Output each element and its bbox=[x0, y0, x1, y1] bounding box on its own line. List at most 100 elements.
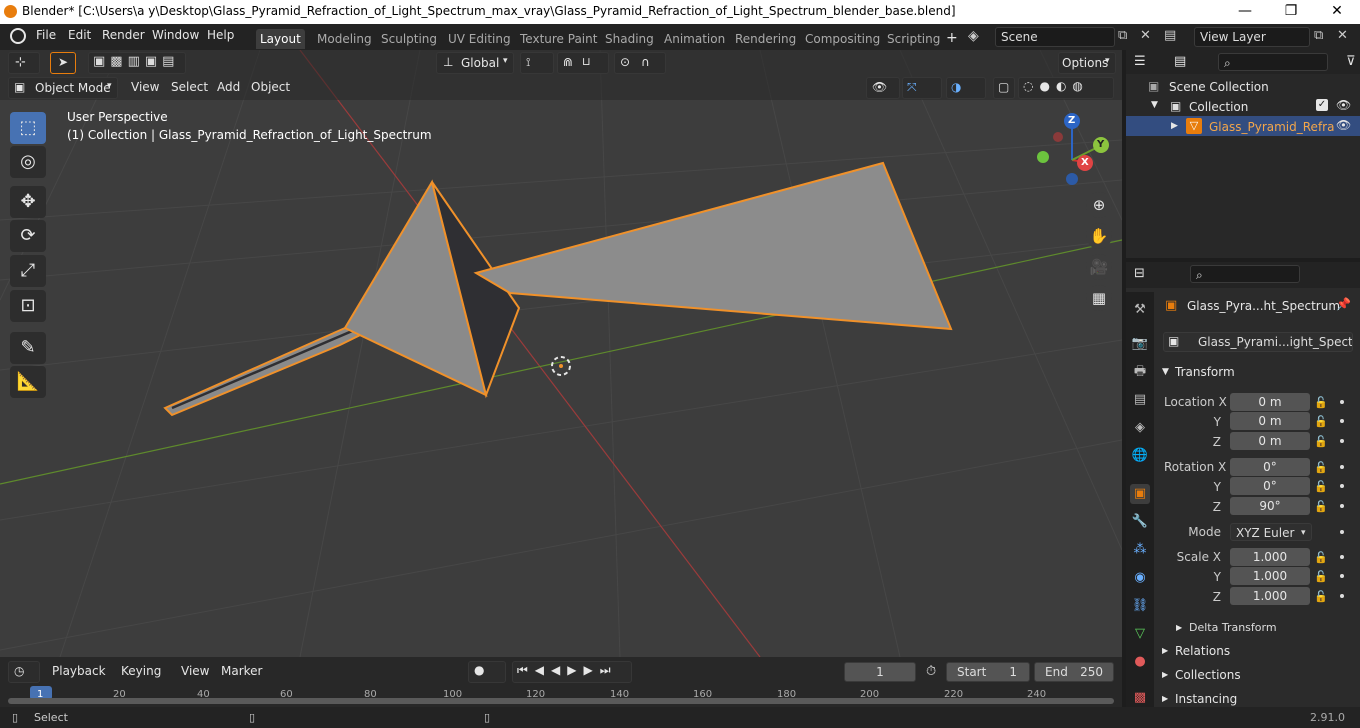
outliner-editor-icon[interactable]: ☰ bbox=[1134, 54, 1146, 69]
view-layer-selector[interactable]: View Layer bbox=[1194, 27, 1310, 47]
move-tool[interactable]: ✥ bbox=[10, 186, 46, 218]
scene-selector[interactable]: Scene bbox=[995, 27, 1115, 47]
timeline-menu-view[interactable]: View bbox=[181, 664, 209, 678]
start-frame-field[interactable]: Start 1 bbox=[946, 662, 1030, 682]
texture-tab-icon[interactable]: ▩ bbox=[1130, 688, 1150, 708]
select-mode-button[interactable]: ➤ bbox=[50, 52, 76, 74]
transform-orientation-dropdown[interactable]: ⊥ Global ▾ bbox=[436, 52, 514, 74]
tab-scripting[interactable]: Scripting bbox=[883, 29, 944, 49]
keyframe-dot-icon[interactable] bbox=[1340, 465, 1344, 469]
selection-mode-group[interactable]: ▣▩▥▣▤ bbox=[88, 52, 186, 74]
blender-menu-icon[interactable] bbox=[10, 28, 26, 44]
location-y-field[interactable]: 0 m bbox=[1230, 412, 1310, 430]
transform-tool[interactable]: ⊡ bbox=[10, 290, 46, 322]
object-tab-icon[interactable]: ▣ bbox=[1130, 484, 1150, 504]
auto-keying-toggle[interactable]: ● bbox=[468, 661, 506, 683]
lock-icon[interactable]: 🔓 bbox=[1314, 396, 1328, 409]
keyframe-dot-icon[interactable] bbox=[1340, 574, 1344, 578]
rotation-x-field[interactable]: 0° bbox=[1230, 458, 1310, 476]
rotation-z-field[interactable]: 90° bbox=[1230, 497, 1310, 515]
ortho-grid-icon[interactable]: ▦ bbox=[1086, 285, 1112, 311]
tab-uv-editing[interactable]: UV Editing bbox=[444, 29, 515, 49]
playback-controls[interactable]: ⏮◀◀▶▶⏭ bbox=[512, 661, 632, 683]
timeline-menu-keying[interactable]: Keying bbox=[121, 664, 161, 678]
lock-icon[interactable]: 🔓 bbox=[1314, 435, 1328, 448]
new-view-layer-icon[interactable]: ⧉ bbox=[1314, 28, 1323, 43]
spectrum-fan-mesh[interactable] bbox=[473, 161, 953, 331]
menu-render[interactable]: Render bbox=[102, 28, 145, 42]
constraints-tab-icon[interactable]: ⛓ bbox=[1130, 596, 1150, 616]
display-mode-icon[interactable]: ▤ bbox=[1174, 54, 1186, 69]
keyframe-dot-icon[interactable] bbox=[1340, 530, 1344, 534]
outliner-collection[interactable]: Collection bbox=[1189, 100, 1248, 114]
location-x-field[interactable]: 0 m bbox=[1230, 393, 1310, 411]
maximize-button[interactable]: ❐ bbox=[1268, 0, 1314, 24]
tab-texture-paint[interactable]: Texture Paint bbox=[516, 29, 601, 49]
viewport-menu-select[interactable]: Select bbox=[171, 80, 208, 94]
keyframe-dot-icon[interactable] bbox=[1340, 400, 1344, 404]
expand-chevron-icon[interactable]: ▶ bbox=[1162, 646, 1168, 655]
scene-tab-icon[interactable]: ◈ bbox=[1130, 418, 1150, 438]
viewport-menu-view[interactable]: View bbox=[131, 80, 159, 94]
collections-panel[interactable]: Collections bbox=[1175, 668, 1241, 682]
pivot-point-dropdown[interactable]: ⟟ bbox=[520, 52, 554, 74]
tab-modeling[interactable]: Modeling bbox=[313, 29, 376, 49]
object-data-field[interactable]: Glass_Pyrami...ight_Spectrum bbox=[1163, 332, 1353, 352]
object-name-field[interactable]: Glass_Pyra...ht_Spectrum bbox=[1187, 299, 1340, 313]
camera-icon[interactable]: 🎥 bbox=[1086, 254, 1112, 280]
timeline-menu-marker[interactable]: Marker bbox=[221, 664, 262, 678]
relations-panel[interactable]: Relations bbox=[1175, 644, 1230, 658]
keyframe-dot-icon[interactable] bbox=[1340, 439, 1344, 443]
lock-icon[interactable]: 🔓 bbox=[1314, 570, 1328, 583]
expand-chevron-icon[interactable]: ▶ bbox=[1162, 670, 1168, 679]
minimize-button[interactable]: — bbox=[1222, 0, 1268, 24]
render-tab-icon[interactable]: 📷 bbox=[1130, 334, 1150, 354]
new-scene-icon[interactable]: ⧉ bbox=[1118, 28, 1127, 43]
lock-icon[interactable]: 🔓 bbox=[1314, 590, 1328, 603]
instancing-panel[interactable]: Instancing bbox=[1175, 692, 1237, 706]
viewport-menu-object[interactable]: Object bbox=[251, 80, 290, 94]
select-box-tool[interactable]: ⬚ bbox=[10, 112, 46, 144]
timeline-menu-playback[interactable]: Playback bbox=[52, 664, 106, 678]
expand-chevron-icon[interactable]: ▶ bbox=[1171, 121, 1178, 131]
scale-tool[interactable]: ⤢ bbox=[10, 255, 46, 287]
filter-icon[interactable]: ⊽ bbox=[1346, 54, 1356, 69]
lock-icon[interactable]: 🔓 bbox=[1314, 551, 1328, 564]
object-mode-dropdown[interactable]: ▣ Object Mode ▾ bbox=[8, 77, 118, 99]
properties-editor-icon[interactable]: ⊟ bbox=[1134, 266, 1145, 281]
viewport-menu-add[interactable]: Add bbox=[217, 80, 240, 94]
collapse-chevron-icon[interactable]: ▼ bbox=[1151, 100, 1158, 110]
zoom-icon[interactable]: ⊕ bbox=[1086, 192, 1112, 218]
lock-icon[interactable]: 🔓 bbox=[1314, 461, 1328, 474]
pin-icon[interactable]: 📌 bbox=[1336, 297, 1351, 311]
tab-rendering[interactable]: Rendering bbox=[731, 29, 800, 49]
menu-help[interactable]: Help bbox=[207, 28, 234, 42]
menu-file[interactable]: File bbox=[36, 28, 56, 42]
proportional-editing-toggle[interactable]: ⊙ ∩ bbox=[614, 52, 666, 74]
collection-checkbox[interactable]: ✓ bbox=[1316, 99, 1328, 111]
transform-collapse-icon[interactable]: ▼ bbox=[1162, 367, 1169, 377]
3d-cursor-icon[interactable] bbox=[551, 356, 571, 376]
scale-x-field[interactable]: 1.000 bbox=[1230, 548, 1310, 566]
outliner-search-input[interactable]: ⌕ bbox=[1218, 53, 1328, 71]
scene-icon[interactable]: ◈ bbox=[968, 28, 979, 44]
physics-tab-icon[interactable]: ◉ bbox=[1130, 568, 1150, 588]
close-button[interactable]: ✕ bbox=[1314, 0, 1360, 24]
scale-y-field[interactable]: 1.000 bbox=[1230, 567, 1310, 585]
tab-sculpting[interactable]: Sculpting bbox=[377, 29, 441, 49]
mesh-data-tab-icon[interactable]: ▽ bbox=[1130, 624, 1150, 644]
transform-panel-header[interactable]: Transform bbox=[1175, 365, 1235, 379]
current-frame-field[interactable]: 1 bbox=[844, 662, 916, 682]
expand-chevron-icon[interactable]: ▶ bbox=[1176, 623, 1182, 632]
gizmo-toggle[interactable]: ⤧ bbox=[902, 77, 942, 99]
keyframe-dot-icon[interactable] bbox=[1340, 594, 1344, 598]
lock-icon[interactable]: 🔓 bbox=[1314, 480, 1328, 493]
xray-toggle[interactable]: ▢ bbox=[993, 77, 1015, 99]
keyframe-dot-icon[interactable] bbox=[1340, 504, 1344, 508]
properties-search-input[interactable]: ⌕ bbox=[1190, 265, 1300, 283]
editor-type-selector[interactable]: ⊹ bbox=[8, 52, 40, 74]
menu-window[interactable]: Window bbox=[152, 28, 199, 42]
outliner-scene-collection[interactable]: Scene Collection bbox=[1169, 80, 1269, 94]
eye-icon[interactable]: 👁 bbox=[1336, 118, 1351, 132]
keyframe-dot-icon[interactable] bbox=[1340, 484, 1344, 488]
